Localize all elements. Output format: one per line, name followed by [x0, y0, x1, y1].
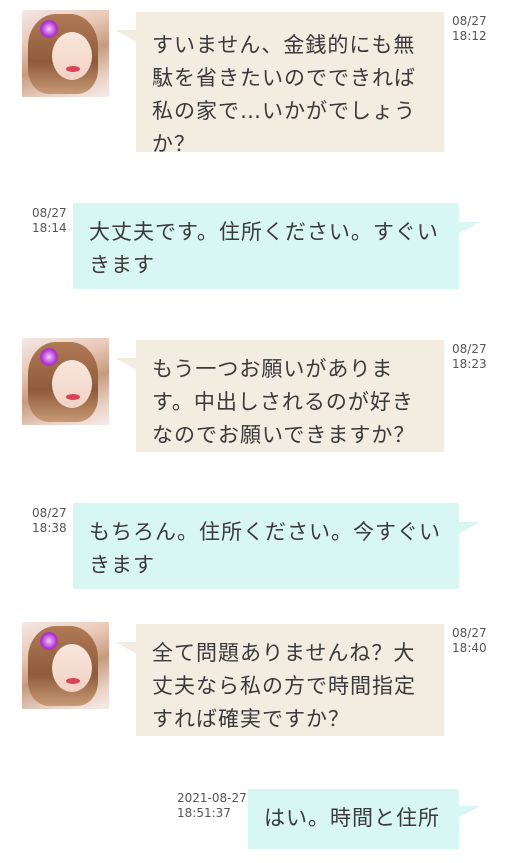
timestamp: 2021-08-27 18:51:37	[177, 791, 247, 820]
message-bubble[interactable]: はい。時間と住所	[248, 789, 459, 849]
avatar[interactable]	[22, 622, 109, 709]
message-text: もう一つお願いがあります。中出しされるのが好きなのでお願いできますか？	[152, 357, 416, 447]
bubble-tail	[115, 642, 137, 654]
timestamp: 08/27 18:40	[452, 626, 487, 655]
avatar[interactable]	[22, 338, 109, 425]
message-text: すいません、金銭的にも無駄を省きたいのでできれば私の家で…いかがでしょうか？	[152, 33, 416, 156]
message-bubble[interactable]: もう一つお願いがあります。中出しされるのが好きなのでお願いできますか？	[136, 340, 444, 452]
bubble-tail	[458, 806, 480, 818]
avatar[interactable]	[22, 10, 109, 97]
message-bubble[interactable]: 大丈夫です。住所ください。すぐいきます	[73, 203, 459, 289]
message-text: もちろん。住所ください。今すぐいきます	[89, 520, 441, 577]
message-text: はい。時間と住所	[264, 806, 440, 830]
timestamp: 08/27 18:14	[32, 206, 67, 235]
message-bubble[interactable]: すいません、金銭的にも無駄を省きたいのでできれば私の家で…いかがでしょうか？	[136, 12, 444, 156]
bubble-tail	[458, 522, 480, 534]
bubble-tail	[115, 30, 137, 42]
message-text: 全て問題ありませんね？大丈夫なら私の方で時間指定すれば確実ですか？	[152, 641, 416, 731]
timestamp: 08/27 18:12	[452, 14, 487, 43]
bubble-tail	[115, 358, 137, 370]
message-text: 大丈夫です。住所ください。すぐいきます	[89, 220, 439, 277]
message-bubble[interactable]: 全て問題ありませんね？大丈夫なら私の方で時間指定すれば確実ですか？	[136, 624, 444, 736]
bubble-tail	[458, 222, 480, 234]
message-bubble[interactable]: もちろん。住所ください。今すぐいきます	[73, 503, 459, 589]
timestamp: 08/27 18:38	[32, 506, 67, 535]
timestamp: 08/27 18:23	[452, 342, 487, 371]
